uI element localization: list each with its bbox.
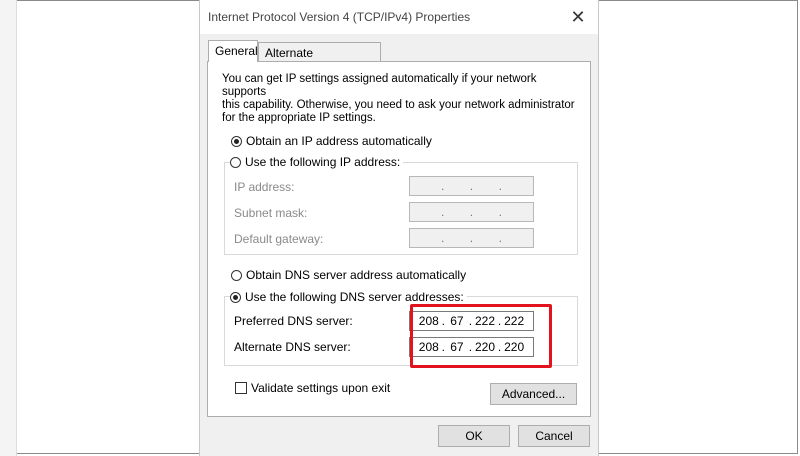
background-window-edge [0,0,17,456]
description-text: You can get IP settings assigned automat… [222,73,575,124]
radio-button-icon[interactable] [231,135,242,147]
ip-address-label: IP address: [234,180,295,194]
tab-alternate-configuration[interactable]: Alternate Configuration [258,42,381,80]
radio-ip-manual-label: Use the following IP address: [245,155,401,169]
radio-dns-auto-label: Obtain DNS server address automatically [246,268,467,282]
close-icon[interactable]: ✕ [566,6,590,28]
ip-address-input: ... [409,176,534,196]
preferred-dns-label: Preferred DNS server: [234,314,353,328]
radio-button-icon[interactable] [230,156,241,168]
general-panel: You can get IP settings assigned automat… [207,61,591,417]
dns-highlight-box [410,304,552,368]
radio-dns-manual-label: Use the following DNS server addresses: [245,290,464,304]
checkbox-icon[interactable] [235,382,247,394]
radio-dns-auto[interactable]: Obtain DNS server address automatically [231,268,466,282]
default-gateway-label: Default gateway: [234,232,324,246]
radio-button-icon[interactable] [230,291,241,303]
validate-settings-label: Validate settings upon exit [251,381,391,395]
radio-ip-manual[interactable]: Use the following IP address: [230,155,404,169]
ipv4-properties-dialog: Internet Protocol Version 4 (TCP/IPv4) P… [199,0,599,456]
radio-ip-auto-label: Obtain an IP address automatically [246,134,432,148]
dialog-title: Internet Protocol Version 4 (TCP/IPv4) P… [208,10,471,24]
default-gateway-input: ... [409,228,534,248]
alternate-dns-label: Alternate DNS server: [234,340,351,354]
radio-ip-auto[interactable]: Obtain an IP address automatically [231,134,432,148]
validate-settings-checkbox[interactable]: Validate settings upon exit [235,381,390,395]
cancel-button[interactable]: Cancel [518,425,590,447]
ok-button[interactable]: OK [438,425,510,447]
title-bar: Internet Protocol Version 4 (TCP/IPv4) P… [200,0,598,34]
subnet-mask-input: ... [409,202,534,222]
advanced-button[interactable]: Advanced... [490,383,577,405]
radio-button-icon[interactable] [231,269,242,281]
radio-dns-manual[interactable]: Use the following DNS server addresses: [230,290,467,304]
subnet-mask-label: Subnet mask: [234,206,308,220]
tab-general[interactable]: General [208,40,258,62]
